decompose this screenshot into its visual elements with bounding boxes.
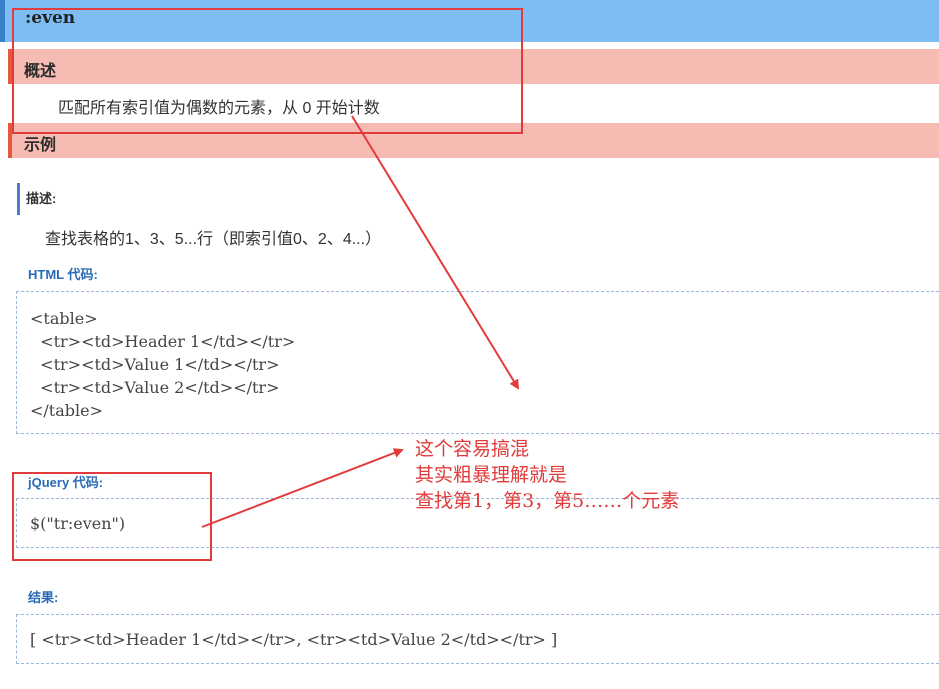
annotation-arrow — [351, 115, 520, 390]
annotation-line: 其实粗暴理解就是 — [415, 464, 568, 486]
annotation-arrows — [201, 115, 520, 528]
annotation-arrow — [201, 448, 404, 528]
annotation-note: 这个容易搞混 其实粗暴理解就是 查找第1，第3，第5……个元素 — [415, 436, 679, 514]
annotation-line: 这个容易搞混 — [415, 438, 530, 460]
annotation-line: 查找第1，第3，第5……个元素 — [415, 490, 680, 512]
